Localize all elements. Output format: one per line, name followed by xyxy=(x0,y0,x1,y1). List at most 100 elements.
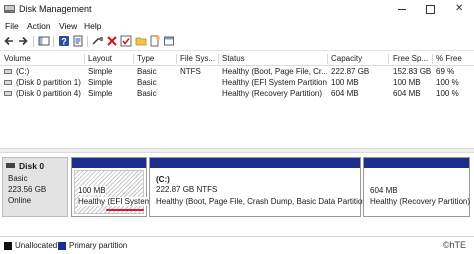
cell-file-system xyxy=(180,88,218,99)
console-tree-icon[interactable] xyxy=(38,35,50,47)
cell-volume: (Disk 0 partition 4) xyxy=(16,89,81,98)
partition-body: (C:) 222.87 GB NTFS Healthy (Boot, Page … xyxy=(152,170,369,214)
table-row[interactable]: (Disk 0 partition 4) Simple Basic Health… xyxy=(0,88,474,99)
close-button[interactable]: ✕ xyxy=(446,0,474,19)
cell-type: Basic xyxy=(137,67,157,76)
column-divider[interactable] xyxy=(327,54,328,64)
partition-recovery[interactable]: 604 MB Healthy (Recovery Partition) xyxy=(363,157,470,217)
table-row[interactable]: (Disk 0 partition 1) Simple Basic Health… xyxy=(0,77,474,88)
check-icon[interactable] xyxy=(120,35,132,47)
partition-c[interactable]: (C:) 222.87 GB NTFS Healthy (Boot, Page … xyxy=(149,157,369,217)
column-divider[interactable] xyxy=(84,54,85,64)
column-divider[interactable] xyxy=(218,54,219,64)
cell-capacity: 100 MB xyxy=(331,78,359,87)
column-divider[interactable] xyxy=(388,54,389,64)
cell-status: Healthy (EFI System Partition) xyxy=(222,78,327,87)
disk-size: 223.56 GB xyxy=(8,185,47,194)
minimize-button[interactable] xyxy=(388,0,416,19)
cell-type: Basic xyxy=(137,78,157,87)
maximize-button[interactable] xyxy=(416,0,444,19)
menu-file[interactable]: File xyxy=(5,21,19,31)
new-icon[interactable] xyxy=(149,35,161,47)
cell-type: Basic xyxy=(137,89,157,98)
partition-selection-hatch: 100 MB Healthy (EFI System xyxy=(74,170,152,214)
cell-status: Healthy (Boot, Page File, Cr... xyxy=(222,67,327,76)
cell-layout: Simple xyxy=(88,78,113,87)
partition-status: Healthy (EFI System xyxy=(78,197,152,206)
close-icon: ✕ xyxy=(455,3,464,14)
legend-bar: Unallocated Primary partition ©hTE xyxy=(0,236,474,254)
window-title: Disk Management xyxy=(19,4,92,14)
column-type[interactable]: Type xyxy=(137,53,175,65)
delete-icon[interactable] xyxy=(106,35,118,47)
annotation-underline xyxy=(106,209,144,211)
disk-management-icon xyxy=(4,5,15,13)
cell-percent-free: 100 % xyxy=(436,89,459,98)
watermark: ©hTE xyxy=(442,240,466,250)
toolbar: ? xyxy=(0,33,474,51)
column-divider[interactable] xyxy=(133,54,134,64)
column-divider[interactable] xyxy=(432,54,433,64)
cell-layout: Simple xyxy=(88,67,113,76)
column-percent-free[interactable]: % Free xyxy=(436,53,472,65)
disk-status: Online xyxy=(8,196,32,205)
partition-size: 222.87 GB NTFS xyxy=(156,185,218,194)
toolbar-separator xyxy=(53,36,54,47)
help-icon[interactable]: ? xyxy=(58,35,70,47)
unallocated-swatch xyxy=(4,242,12,250)
column-layout[interactable]: Layout xyxy=(88,53,133,65)
menu-action[interactable]: Action xyxy=(27,21,51,31)
column-capacity[interactable]: Capacity xyxy=(331,53,388,65)
partition-body: 604 MB Healthy (Recovery Partition) xyxy=(366,170,471,214)
forward-arrow-icon[interactable] xyxy=(17,35,29,47)
partition-name: (C:) xyxy=(156,175,170,184)
partition-status: Healthy (Boot, Page File, Crash Dump, Ba… xyxy=(156,197,370,206)
properties-icon[interactable] xyxy=(72,35,84,47)
menu-help[interactable]: Help xyxy=(84,21,101,31)
partition-status: Healthy (Recovery Partition) xyxy=(370,197,471,206)
cell-free-space: 604 MB xyxy=(393,89,421,98)
folder-icon[interactable] xyxy=(135,35,147,47)
cell-percent-free: 100 % xyxy=(436,78,459,87)
open-icon[interactable] xyxy=(163,35,175,47)
cell-volume: (Disk 0 partition 1) xyxy=(16,78,81,87)
connect-icon[interactable] xyxy=(92,35,104,47)
menu-view[interactable]: View xyxy=(59,21,77,31)
cell-capacity: 222.87 GB xyxy=(331,67,370,76)
cell-file-system xyxy=(180,77,218,88)
partition-size: 100 MB xyxy=(78,186,106,195)
disk-type: Basic xyxy=(8,174,28,183)
svg-text:?: ? xyxy=(61,37,67,47)
cell-status: Healthy (Recovery Partition) xyxy=(222,89,323,98)
primary-partition-bar xyxy=(72,158,146,168)
disk-icon xyxy=(6,163,15,168)
toolbar-separator xyxy=(87,36,88,47)
legend-unallocated: Unallocated xyxy=(15,241,58,250)
legend-primary-partition: Primary partition xyxy=(69,241,128,250)
back-arrow-icon[interactable] xyxy=(3,35,15,47)
volume-icon xyxy=(4,80,12,85)
cell-free-space: 152.83 GB xyxy=(393,67,431,76)
column-free-space[interactable]: Free Sp... xyxy=(393,53,431,65)
table-row[interactable]: (C:) Simple Basic NTFS Healthy (Boot, Pa… xyxy=(0,66,474,77)
menu-bar: File Action View Help xyxy=(0,19,474,33)
partition-efi[interactable]: 100 MB Healthy (EFI System xyxy=(71,157,152,217)
cell-percent-free: 69 % xyxy=(436,67,455,76)
cell-file-system: NTFS xyxy=(180,67,201,76)
primary-partition-bar xyxy=(364,158,469,168)
toolbar-separator xyxy=(33,36,34,47)
disk-info-panel[interactable]: Disk 0 Basic 223.56 GB Online xyxy=(2,157,68,217)
volume-icon xyxy=(4,69,12,74)
cell-free-space: 100 MB xyxy=(393,78,421,87)
volume-list-header: Volume Layout Type File Sys... Status Ca… xyxy=(0,53,474,66)
primary-partition-bar xyxy=(150,158,360,168)
column-divider[interactable] xyxy=(176,54,177,64)
column-status[interactable]: Status xyxy=(222,53,327,65)
title-bar: Disk Management ✕ xyxy=(0,0,474,19)
cell-layout: Simple xyxy=(88,89,113,98)
column-file-system[interactable]: File Sys... xyxy=(180,53,218,65)
primary-partition-swatch xyxy=(58,242,66,250)
column-volume[interactable]: Volume xyxy=(4,53,84,65)
volume-icon xyxy=(4,91,12,96)
partition-size: 604 MB xyxy=(370,186,398,195)
